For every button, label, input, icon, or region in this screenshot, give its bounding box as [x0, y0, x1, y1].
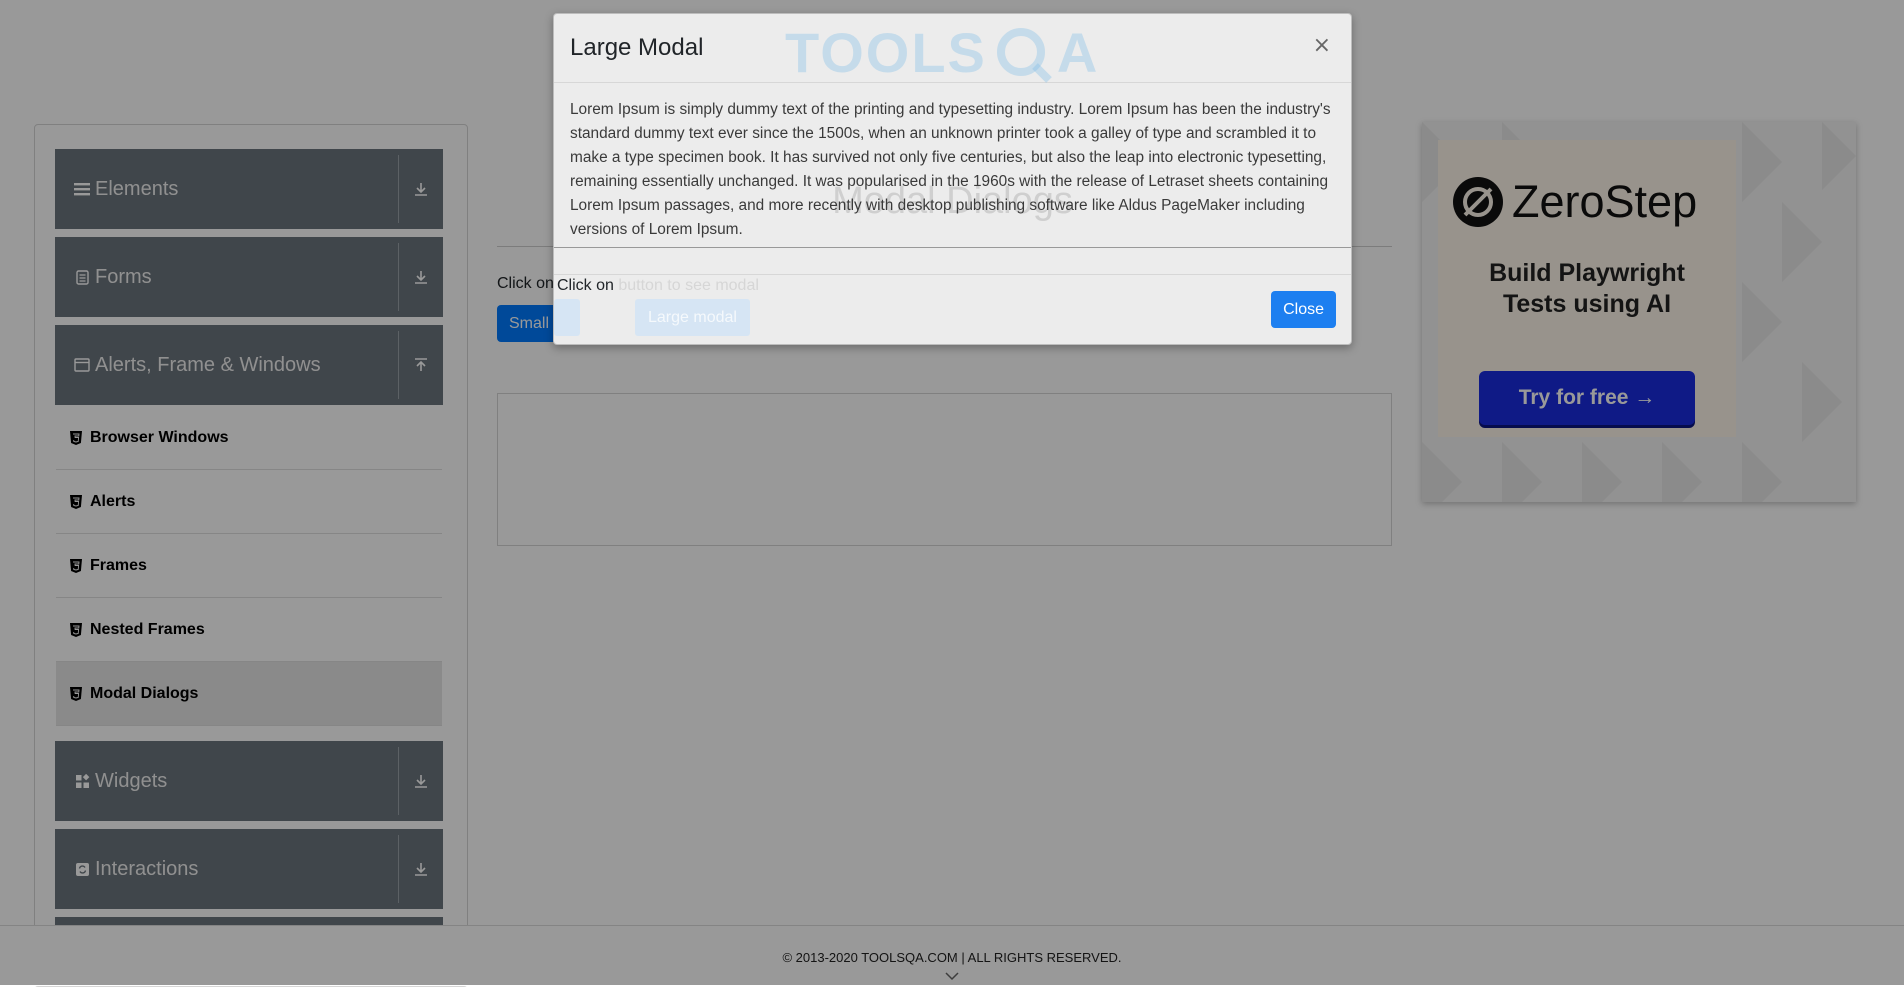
logo-ghost: TOOLS A: [785, 15, 1099, 90]
modal-body: Lorem Ipsum is simply dummy text of the …: [570, 101, 1331, 238]
ghost-instruction: Click on button to see modal: [557, 277, 759, 294]
page: TOOLS A Elements Forms: [0, 0, 1904, 987]
ghost-large-modal-button: Large modal: [635, 299, 750, 336]
close-icon[interactable]: ×: [1307, 32, 1337, 59]
modal-header: TOOLS A Large Modal ×: [554, 14, 1351, 84]
large-modal: TOOLS A Large Modal × Modal Dialogs Lore…: [553, 13, 1352, 345]
modal-footer: Click on button to see modal Large modal…: [554, 274, 1351, 345]
close-button[interactable]: Close: [1271, 291, 1336, 328]
logo-ghost-left: TOOLS: [785, 21, 987, 84]
ghost-divider: [554, 247, 1351, 248]
ghost-small-modal-button: [554, 299, 580, 336]
logo-ghost-right: A: [1056, 21, 1100, 84]
modal-title: Large Modal: [570, 34, 704, 61]
gear-magnifier-icon: [996, 27, 1052, 83]
